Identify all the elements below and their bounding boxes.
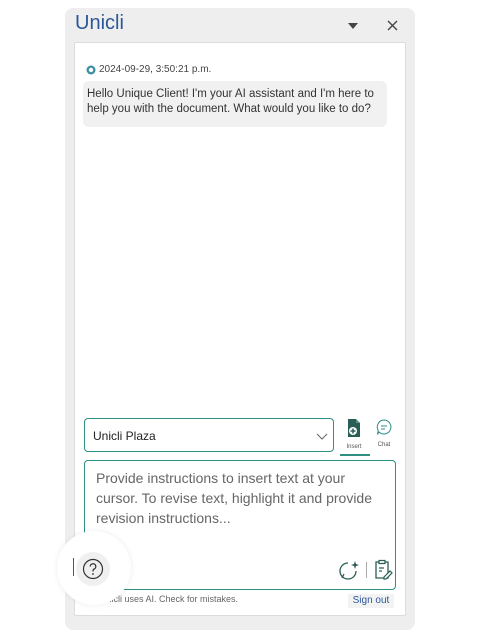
message-timestamp: 2024-09-29, 3:50:21 p.m. <box>99 64 212 75</box>
active-mode-indicator <box>340 454 370 456</box>
message-meta: 2024-09-29, 3:50:21 p.m. <box>86 64 211 75</box>
chat-panel: 2024-09-29, 3:50:21 p.m. Hello Unique Cl… <box>74 42 406 616</box>
generate-button[interactable] <box>339 559 361 581</box>
location-dropdown[interactable]: Unicli Plaza <box>84 418 334 452</box>
chat-mode-button[interactable]: Chat <box>372 418 396 448</box>
chat-label: Chat <box>377 442 391 448</box>
help-button[interactable] <box>76 552 110 586</box>
help-separator <box>73 558 74 576</box>
clipboard-edit-icon <box>375 559 393 580</box>
chat-bubble-icon <box>376 419 392 435</box>
pane-options-button[interactable] <box>343 16 363 36</box>
close-icon <box>387 20 397 30</box>
paste-clipboard-button[interactable] <box>373 559 393 581</box>
question-mark-icon <box>82 558 104 580</box>
disclaimer-text: Unicli uses AI. Check for mistakes. <box>100 594 239 604</box>
assistant-icon <box>86 65 96 74</box>
sign-out-link[interactable]: Sign out <box>348 594 394 608</box>
chevron-down-icon <box>348 23 358 29</box>
insert-label: Insert <box>346 444 362 450</box>
pane-title: Unicli <box>75 12 124 34</box>
prompt-input[interactable]: Provide instructions to insert text at y… <box>96 468 386 528</box>
toolbar-divider <box>366 562 367 578</box>
assistant-message: Hello Unique Client! I'm your AI assista… <box>83 81 387 127</box>
insert-mode-button[interactable]: Insert <box>342 418 366 450</box>
unicli-task-pane: Unicli 2024-09-29, 3:50:21 p.m. Hello Un… <box>65 8 415 630</box>
sparkle-icon <box>339 561 359 580</box>
insert-document-icon <box>348 419 360 437</box>
close-pane-button[interactable] <box>380 13 404 37</box>
chevron-down-icon <box>316 433 328 440</box>
dropdown-value: Unicli Plaza <box>93 429 156 443</box>
